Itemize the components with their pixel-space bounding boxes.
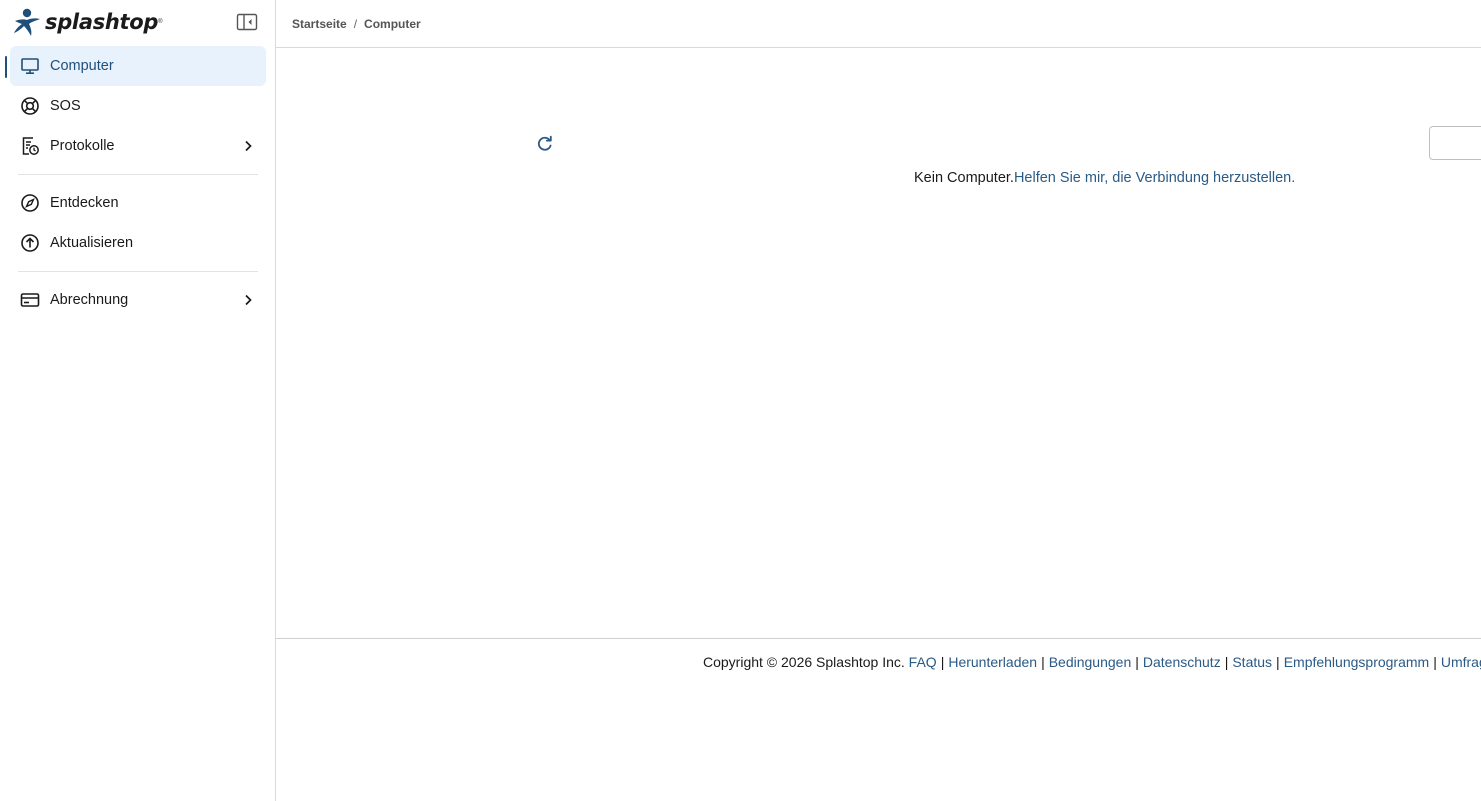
sidebar-item-entdecken[interactable]: Entdecken — [10, 183, 266, 223]
sidebar-nav: Computer SOS Protokolle Entdecken Aktual… — [0, 46, 276, 320]
sidebar-header: splashtop ® — [12, 6, 262, 38]
sidebar-divider — [18, 174, 258, 175]
upload-circle-icon — [20, 233, 40, 253]
main-content: Kein Computer.Helfen Sie mir, die Verbin… — [276, 48, 1481, 638]
footer-separator: | — [1433, 654, 1437, 670]
footer-link-faq[interactable]: FAQ — [909, 654, 937, 670]
refresh-button[interactable] — [535, 134, 555, 154]
sidebar-item-computer[interactable]: Computer — [5, 46, 266, 86]
footer-separator: | — [1041, 654, 1045, 670]
footer-link-download[interactable]: Herunterladen — [948, 654, 1037, 670]
sidebar: splashtop ® Computer SOS Protokolle Entd… — [0, 0, 276, 801]
footer-separator: | — [1135, 654, 1139, 670]
empty-state-message: Kein Computer.Helfen Sie mir, die Verbin… — [914, 170, 1295, 186]
empty-state-text: Kein Computer. — [914, 170, 1014, 186]
chevron-right-icon — [240, 138, 256, 154]
footer-separator: | — [1224, 654, 1229, 670]
monitor-icon — [20, 56, 40, 76]
chevron-right-icon — [240, 292, 256, 308]
breadcrumb: Startseite / Computer — [276, 0, 1481, 48]
breadcrumb-current: Computer — [364, 16, 421, 31]
compass-icon — [20, 193, 40, 213]
connection-help-link[interactable]: Helfen Sie mir, die Verbindung herzustel… — [1014, 170, 1295, 186]
breadcrumb-home-link[interactable]: Startseite — [292, 17, 347, 31]
sidebar-item-aktualisieren[interactable]: Aktualisieren — [10, 223, 266, 263]
logo-registered-mark: ® — [158, 19, 163, 25]
breadcrumb-separator: / — [353, 16, 358, 31]
sidebar-divider — [18, 271, 258, 272]
app-root: splashtop ® Computer SOS Protokolle Entd… — [0, 0, 1481, 801]
splashtop-logo[interactable]: splashtop ® — [12, 6, 163, 38]
log-clock-icon — [20, 136, 40, 156]
refresh-icon — [537, 135, 552, 151]
credit-card-icon — [20, 290, 40, 310]
sidebar-item-abrechnung[interactable]: Abrechnung — [10, 280, 266, 320]
sidebar-item-protokolle[interactable]: Protokolle — [10, 126, 266, 166]
sidebar-item-label: Protokolle — [50, 138, 115, 154]
search-input[interactable] — [1429, 126, 1481, 160]
splashtop-logo-icon — [14, 8, 40, 36]
footer-link-terms[interactable]: Bedingungen — [1049, 654, 1132, 670]
lifebuoy-icon — [20, 96, 40, 116]
collapse-sidebar-button[interactable] — [236, 13, 258, 31]
sidebar-item-label: Aktualisieren — [50, 235, 134, 251]
sidebar-item-label: SOS — [50, 98, 81, 114]
footer-link-status[interactable]: Status — [1232, 654, 1272, 670]
footer: Copyright © 2026 Splashtop Inc. FAQ | Heru… — [276, 638, 1481, 801]
sidebar-collapse-icon — [236, 13, 258, 31]
sidebar-item-label: Entdecken — [50, 195, 119, 211]
footer-separator: | — [1276, 654, 1280, 670]
sidebar-item-label: Abrechnung — [50, 292, 129, 308]
footer-separator: | — [940, 654, 945, 670]
sidebar-item-sos[interactable]: SOS — [10, 86, 266, 126]
sidebar-item-label: Computer — [50, 58, 114, 74]
copyright-text: Copyright © 2026 Splashtop Inc. — [703, 654, 905, 670]
footer-link-referral[interactable]: Empfehlungsprogramm — [1284, 654, 1430, 670]
footer-links: Copyright © 2026 Splashtop Inc. FAQ | Heru… — [703, 654, 1481, 670]
footer-link-privacy[interactable]: Datenschutz — [1143, 654, 1221, 670]
footer-link-survey[interactable]: Umfrage — [1441, 654, 1481, 670]
logo-text: splashtop — [45, 10, 159, 34]
